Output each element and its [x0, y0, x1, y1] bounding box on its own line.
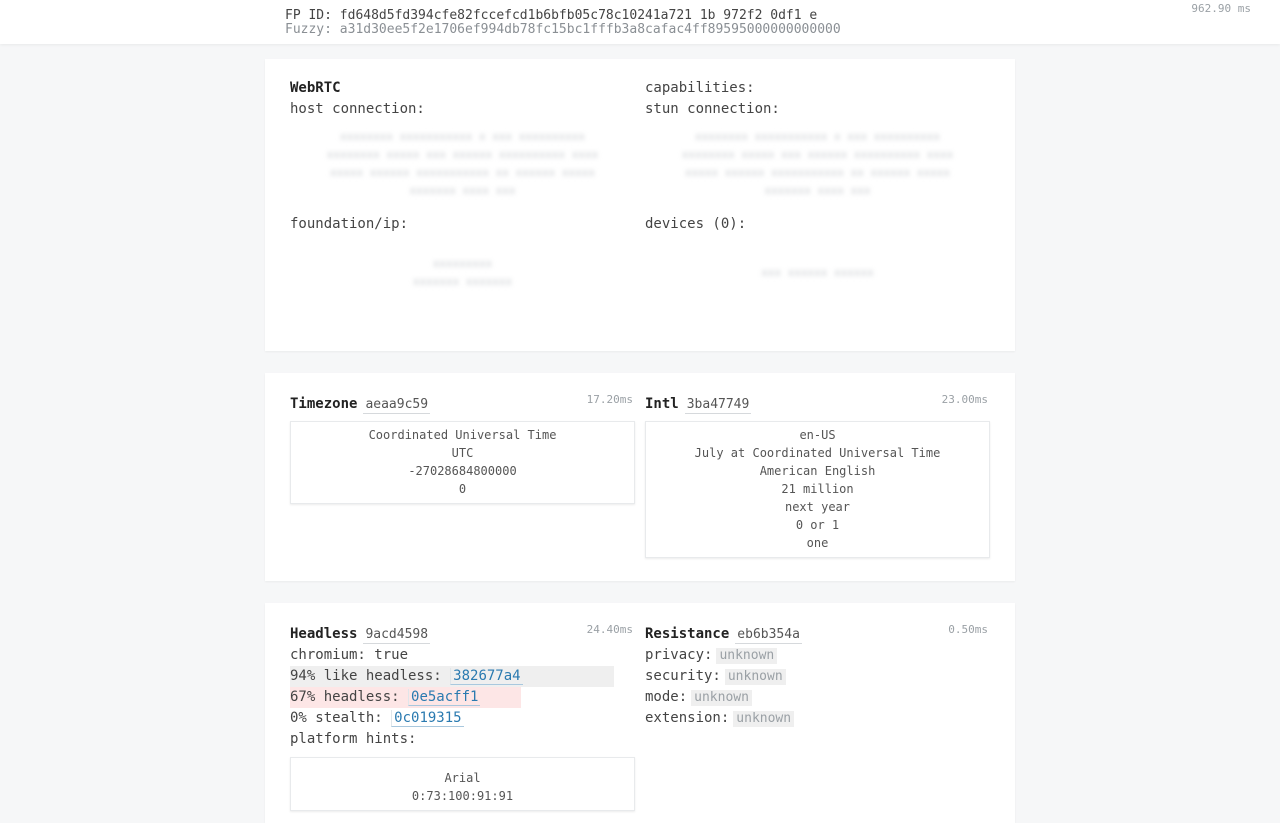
headless-score-link[interactable]: 0e5acff1: [408, 689, 481, 706]
resistance-title: Resistance: [645, 626, 730, 642]
headless-timing: 24.40ms: [586, 623, 633, 636]
intl-hash: 3ba47749: [684, 397, 752, 414]
timezone-timing: 17.20ms: [586, 393, 633, 406]
security-label: security:: [645, 668, 721, 684]
timezone-intl-card: Timezone aeaa9c59 17.20ms Coordinated Uni…: [265, 373, 1015, 581]
intl-line: July at Coordinated Universal Time: [694, 446, 941, 460]
headless-title: Headless: [290, 626, 358, 642]
intl-line: next year: [784, 500, 851, 514]
headless-resistance-card: Headless 9acd4598 24.40ms chromium: true …: [265, 603, 1015, 823]
security-value: unknown: [724, 669, 786, 685]
devices-blurred: xxx xxxxxx xxxxxx: [761, 266, 874, 279]
stun-connection-label: stun connection:: [645, 101, 780, 117]
headless-header: Headless 9acd4598 24.40ms: [290, 623, 635, 645]
webrtc-card: WebRTC host connection: xxxxxxxx xxxxxxx…: [265, 59, 1015, 351]
platform-hint-line: Arial: [444, 771, 481, 785]
chromium-row: chromium: true: [290, 647, 409, 663]
devices-label: devices (0):: [645, 216, 747, 232]
timezone-header: Timezone aeaa9c59 17.20ms: [290, 393, 635, 415]
foundation-ip-blurred: xxxxxxxxx xxxxxxx xxxxxxx: [412, 257, 513, 288]
intl-details: en-US July at Coordinated Universal Time…: [645, 421, 990, 558]
foundation-ip-label: foundation/ip:: [290, 216, 409, 232]
extension-row: extension: unknown: [645, 708, 990, 729]
fuzzy-hash-text: Fuzzy: a31d30ee5f2e1706ef994db78fc15bc1f…: [285, 22, 841, 37]
stealth-row: 0% stealth: 0c019315: [290, 708, 635, 729]
resistance-timing: 0.50ms: [948, 623, 988, 636]
stun-connection-blurred: xxxxxxxx xxxxxxxxxxx x xxx xxxxxxxxxx xx…: [681, 130, 954, 197]
total-timing: 962.90 ms: [1191, 2, 1251, 15]
fingerprint-header: FP ID: fd648d5fd394cfe82fccefcd1b6bfb05c…: [0, 0, 1280, 44]
mode-value: unknown: [691, 690, 752, 706]
extension-label: extension:: [645, 710, 730, 726]
like-headless-link[interactable]: 382677a4: [450, 668, 523, 685]
host-connection-blurred: xxxxxxxx xxxxxxxxxxx x xxx xxxxxxxxxx xx…: [326, 130, 599, 197]
platform-hints-details: Arial 0:73:100:91:91: [290, 757, 635, 811]
timezone-title: Timezone: [290, 396, 358, 412]
mode-label: mode:: [645, 689, 688, 705]
timezone-line: 0: [458, 482, 467, 496]
timezone-hash: aeaa9c59: [363, 397, 431, 414]
security-row: security: unknown: [645, 666, 990, 687]
intl-header: Intl 3ba47749 23.00ms: [645, 393, 990, 415]
stealth-link[interactable]: 0c019315: [391, 710, 464, 727]
resistance-hash: eb6b354a: [735, 627, 802, 644]
extension-value: unknown: [733, 711, 795, 727]
capabilities-label: capabilities:: [645, 80, 755, 96]
platform-hint-line: 0:73:100:91:91: [411, 789, 514, 803]
platform-hints-label: platform hints:: [290, 731, 417, 747]
timezone-line: UTC: [451, 446, 474, 460]
intl-line: 0 or 1: [795, 518, 840, 532]
resistance-header: Resistance eb6b354a 0.50ms: [645, 623, 990, 645]
stealth-label: 0% stealth:: [290, 710, 383, 726]
mode-row: mode: unknown: [645, 687, 990, 708]
timezone-line: Coordinated Universal Time: [368, 428, 557, 442]
webrtc-title: WebRTC: [290, 80, 341, 96]
intl-line: 21 million: [781, 482, 854, 496]
intl-line: en-US: [799, 428, 836, 442]
timezone-details: Coordinated Universal Time UTC -27028684…: [290, 421, 635, 504]
headless-hash: 9acd4598: [363, 627, 431, 644]
like-headless-label: 94% like headless:: [290, 668, 442, 684]
privacy-label: privacy:: [645, 647, 713, 663]
headless-score-label: 67% headless:: [290, 689, 400, 705]
intl-timing: 23.00ms: [941, 393, 988, 406]
headless-score-row: 67% headless: 0e5acff1: [290, 687, 521, 708]
fp-id-text: FP ID: fd648d5fd394cfe82fccefcd1b6bfb05c…: [285, 8, 818, 23]
host-connection-label: host connection:: [290, 101, 425, 117]
timezone-line: -27028684800000: [408, 464, 517, 478]
intl-line: American English: [759, 464, 876, 478]
intl-line: one: [806, 536, 829, 550]
intl-title: Intl: [645, 396, 679, 412]
privacy-value: unknown: [716, 648, 778, 664]
like-headless-row: 94% like headless: 382677a4: [290, 666, 614, 687]
privacy-row: privacy: unknown: [645, 645, 990, 666]
